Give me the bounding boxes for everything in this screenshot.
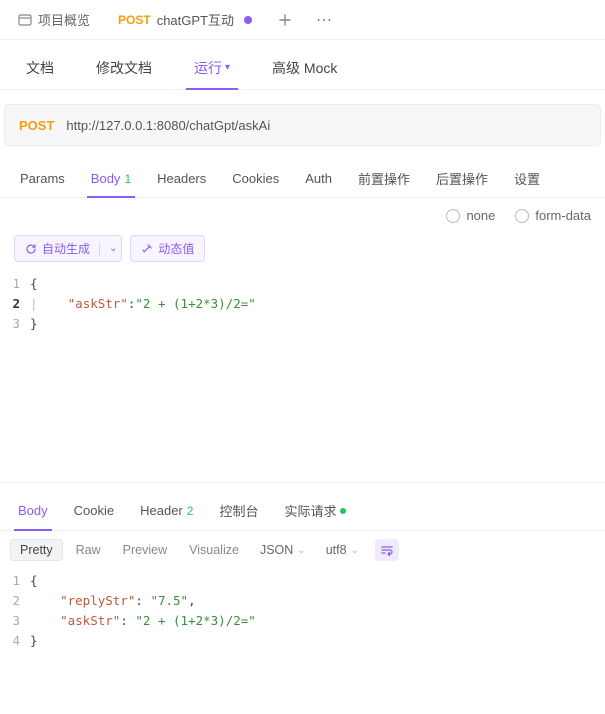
line-number: 1 [0, 274, 30, 294]
body-type-none[interactable]: none [446, 208, 495, 223]
resptab-cookie[interactable]: Cookie [66, 491, 122, 530]
resptab-body[interactable]: Body [10, 491, 56, 530]
resptab-header[interactable]: Header 2 [132, 491, 201, 530]
reqtab-params[interactable]: Params [10, 160, 75, 197]
status-dot-icon [340, 508, 346, 514]
reqtab-headers[interactable]: Headers [147, 160, 216, 197]
more-tabs-button[interactable]: ⋯ [304, 0, 344, 39]
refresh-icon [25, 243, 37, 255]
body-type-form-data[interactable]: form-data [515, 208, 591, 223]
format-dropdown[interactable]: JSON⌄ [252, 540, 314, 560]
subnav-mock[interactable]: 高级 Mock [264, 46, 345, 89]
view-raw[interactable]: Raw [67, 540, 110, 560]
body-count-badge: 1 [124, 172, 131, 186]
radio-icon [446, 209, 460, 223]
ellipsis-icon: ⋯ [316, 10, 332, 30]
subnav-doc[interactable]: 文档 [18, 46, 62, 89]
method-badge: POST [118, 13, 151, 27]
chevron-down-icon: ⌄ [351, 545, 359, 556]
resptab-console[interactable]: 控制台 [211, 491, 266, 530]
new-tab-button[interactable] [266, 0, 304, 39]
tab-api-chatgpt[interactable]: POST chatGPT互动 [104, 0, 266, 39]
request-body-editor[interactable]: 1 { 2 | "askStr":"2 + (1+2*3)/2=" 3 } [0, 272, 605, 472]
view-visualize[interactable]: Visualize [180, 540, 248, 560]
resptab-actual-request[interactable]: 实际请求 [276, 491, 354, 530]
wrap-toggle-button[interactable] [375, 539, 399, 561]
body-type-row: none form-data [0, 198, 605, 229]
url-bar[interactable]: POST http://127.0.0.1:8080/chatGpt/askAi [4, 104, 601, 146]
wand-icon [141, 243, 153, 255]
tab-api-name: chatGPT互动 [157, 10, 234, 29]
editor-toolbar: 自动生成 ⌄ 动态值 [0, 229, 605, 272]
panel-divider[interactable] [0, 482, 605, 483]
request-tabs: Params Body1 Headers Cookies Auth 前置操作 后… [0, 160, 605, 198]
cursor-icon: | [30, 296, 38, 311]
line-number: 3 [0, 611, 30, 631]
chevron-down-icon[interactable]: ⌄ [109, 243, 117, 254]
line-number: 2 [0, 591, 30, 611]
overview-icon [18, 13, 32, 27]
unsaved-indicator-icon [244, 16, 252, 24]
url-input[interactable]: http://127.0.0.1:8080/chatGpt/askAi [66, 118, 270, 133]
reqtab-post[interactable]: 后置操作 [426, 160, 498, 197]
line-number: 4 [0, 631, 30, 651]
reqtab-cookies[interactable]: Cookies [222, 160, 289, 197]
sub-nav: 文档 修改文档 运行▾ 高级 Mock [0, 46, 605, 90]
header-count-badge: 2 [187, 504, 194, 518]
chevron-down-icon: ⌄ [297, 545, 305, 556]
subnav-run[interactable]: 运行▾ [186, 46, 238, 89]
encoding-dropdown[interactable]: utf8⌄ [318, 540, 367, 560]
view-preview[interactable]: Preview [114, 540, 176, 560]
top-tab-bar: 项目概览 POST chatGPT互动 ⋯ [0, 0, 605, 40]
response-controls: Pretty Raw Preview Visualize JSON⌄ utf8⌄ [0, 531, 605, 569]
response-body-viewer[interactable]: 1 { 2 "replyStr": "7.5", 3 "askStr": "2 … [0, 569, 605, 651]
dynamic-value-button[interactable]: 动态值 [130, 235, 205, 262]
reqtab-pre[interactable]: 前置操作 [348, 160, 420, 197]
http-method[interactable]: POST [19, 118, 54, 133]
reqtab-auth[interactable]: Auth [295, 160, 342, 197]
line-number: 2 [0, 294, 30, 314]
line-number: 3 [0, 314, 30, 334]
plus-icon [278, 13, 292, 27]
subnav-edit-doc[interactable]: 修改文档 [88, 46, 160, 89]
tab-label: 项目概览 [38, 10, 90, 29]
response-tabs: Body Cookie Header 2 控制台 实际请求 [0, 491, 605, 531]
radio-icon [515, 209, 529, 223]
reqtab-settings[interactable]: 设置 [504, 160, 550, 197]
chevron-down-icon: ▾ [225, 62, 230, 73]
reqtab-body[interactable]: Body1 [81, 160, 141, 197]
view-pretty[interactable]: Pretty [10, 539, 63, 561]
auto-generate-button[interactable]: 自动生成 ⌄ [14, 235, 122, 262]
line-number: 1 [0, 571, 30, 591]
wrap-icon [380, 543, 394, 557]
tab-project-overview[interactable]: 项目概览 [4, 0, 104, 39]
